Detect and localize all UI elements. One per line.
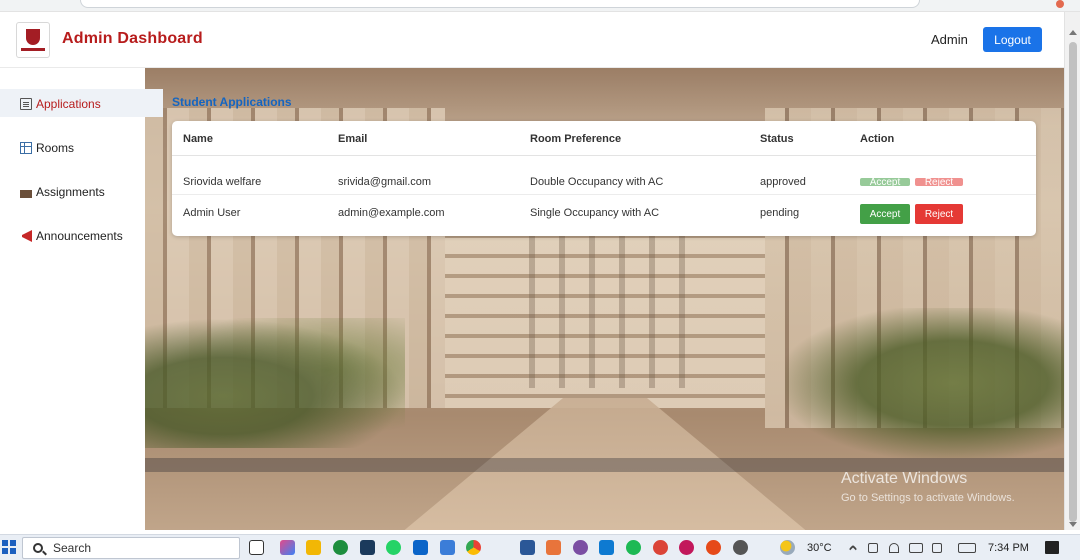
word-icon[interactable] — [520, 540, 535, 555]
store-icon[interactable] — [360, 540, 375, 555]
wifi-icon[interactable] — [889, 543, 899, 553]
sidebar-item-label: Assignments — [36, 185, 105, 199]
photos-icon[interactable] — [440, 540, 455, 555]
activate-windows-title: Activate Windows — [841, 470, 968, 487]
section-title: Student Applications — [172, 95, 292, 109]
column-header-room: Room Preference — [530, 133, 622, 145]
sidebar-item-assignments[interactable]: Assignments — [20, 185, 105, 199]
cell-status: approved — [760, 176, 806, 188]
dashboard-title: Admin Dashboard — [62, 30, 203, 47]
temperature-label: 30°C — [807, 542, 832, 554]
whatsapp-icon[interactable] — [386, 540, 401, 555]
speaker-icon[interactable] — [868, 543, 878, 553]
reject-button[interactable]: Reject — [915, 177, 963, 188]
sidebar-item-label: Announcements — [36, 229, 123, 243]
scroll-up-icon[interactable] — [1069, 30, 1077, 35]
column-header-status: Status — [760, 133, 794, 145]
cell-status: pending — [760, 207, 800, 219]
sidebar-item-rooms[interactable]: Rooms — [20, 141, 74, 155]
vscode-icon[interactable] — [599, 540, 614, 555]
top-navbar: Admin Dashboard Admin Logout — [0, 12, 1064, 68]
scroll-down-icon[interactable] — [1069, 522, 1077, 527]
github-icon[interactable] — [573, 540, 588, 555]
table-row: Admin User admin@example.com Single Occu… — [172, 195, 1036, 233]
sidebar: Applications Rooms Assignments Announcem… — [0, 68, 163, 530]
chevron-up-icon[interactable] — [848, 544, 858, 554]
search-placeholder: Search — [53, 541, 92, 555]
settings-icon[interactable] — [733, 540, 748, 555]
copilot-icon[interactable] — [280, 540, 295, 555]
cell-name: Admin User — [183, 207, 241, 219]
grid-icon — [20, 142, 32, 154]
app-icon[interactable] — [546, 540, 561, 555]
logout-button[interactable]: Logout — [983, 27, 1042, 52]
scrollbar-thumb[interactable] — [1069, 42, 1077, 522]
column-header-action: Action — [860, 133, 895, 145]
chrome-profile-2-icon[interactable] — [679, 540, 694, 555]
column-header-email: Email — [338, 133, 368, 145]
battery-icon[interactable] — [909, 543, 923, 553]
applications-table: Name Email Room Preference Status Action… — [172, 121, 1036, 236]
university-logo — [16, 22, 50, 58]
task-view-icon[interactable] — [249, 540, 264, 555]
accept-button[interactable]: Accept — [860, 204, 910, 224]
admin-user-label: Admin — [931, 32, 968, 47]
cell-email: srivida@gmail.com — [338, 176, 432, 188]
sidebar-item-applications[interactable]: Applications — [20, 97, 101, 111]
sidebar-item-label: Rooms — [36, 141, 75, 155]
cell-room: Single Occupancy with AC — [530, 207, 660, 219]
accept-button[interactable]: Accept — [860, 177, 910, 188]
cell-name: Sriovida welfare — [183, 176, 262, 188]
spotify-icon[interactable] — [626, 540, 641, 555]
folder-icon — [20, 186, 32, 198]
wps-icon[interactable] — [706, 540, 721, 555]
page-scrollbar[interactable] — [1064, 12, 1080, 530]
activate-windows-subtitle: Go to Settings to activate Windows. — [841, 492, 1015, 504]
profile-icon[interactable] — [1056, 0, 1064, 8]
cell-room: Double Occupancy with AC — [530, 176, 664, 188]
column-header-name: Name — [183, 133, 213, 145]
address-bar[interactable] — [80, 0, 920, 8]
cell-email: admin@example.com — [338, 207, 445, 219]
reject-button[interactable]: Reject — [915, 204, 963, 224]
windows-start-icon[interactable] — [2, 540, 16, 554]
sidebar-item-label: Applications — [36, 97, 101, 111]
file-explorer-icon[interactable] — [306, 540, 321, 555]
document-icon — [20, 98, 32, 110]
sidebar-item-announcements[interactable]: Announcements — [20, 229, 123, 243]
chrome-icon[interactable] — [466, 540, 481, 555]
edge-icon[interactable] — [333, 540, 348, 555]
megaphone-icon — [20, 230, 32, 242]
notification-icon[interactable] — [1045, 541, 1059, 554]
outlook-icon[interactable] — [413, 540, 428, 555]
taskbar-search-input[interactable]: Search — [22, 537, 240, 559]
clock-time[interactable]: 7:34 PM — [988, 542, 1029, 554]
browser-chrome — [0, 0, 1080, 12]
weather-icon[interactable] — [780, 540, 795, 555]
search-icon — [33, 543, 43, 553]
pen-icon[interactable] — [932, 543, 942, 553]
chrome-profile-icon[interactable] — [653, 540, 668, 555]
windows-taskbar: Search 30°C 7:34 PM — [0, 534, 1080, 560]
keyboard-icon[interactable] — [958, 543, 976, 553]
